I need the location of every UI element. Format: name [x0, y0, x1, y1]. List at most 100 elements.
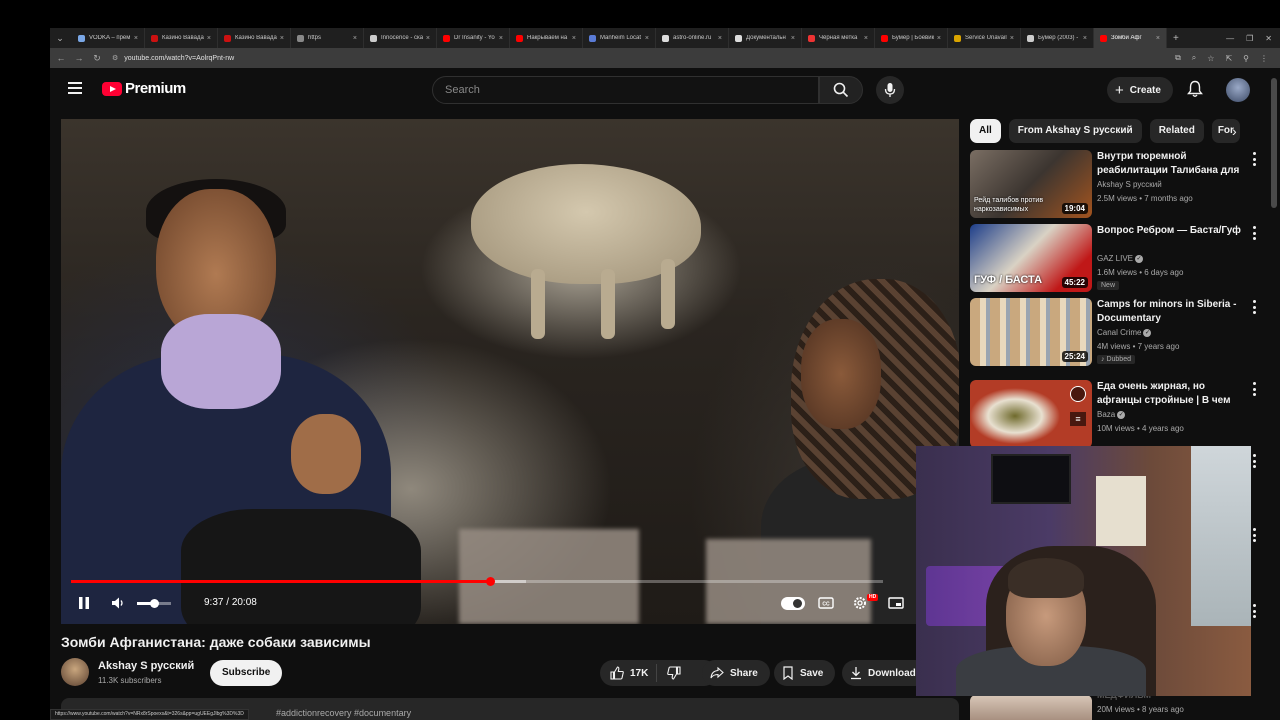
- more-actions-icon[interactable]: [1252, 226, 1256, 240]
- tab-close-icon[interactable]: ×: [280, 35, 284, 42]
- browser-tab[interactable]: Чёрная метка ×: [802, 28, 875, 48]
- recommendation-title[interactable]: Вопрос Ребром — Баста/Гуф: [1097, 224, 1245, 238]
- video-player[interactable]: 9:37 / 20:08 CC HD: [61, 119, 959, 624]
- search-input[interactable]: Search: [432, 76, 819, 104]
- download-button[interactable]: Download: [842, 660, 928, 686]
- cast-icon[interactable]: ⇱: [1225, 54, 1232, 63]
- notifications-icon[interactable]: [1187, 80, 1203, 103]
- more-actions-icon[interactable]: [1252, 454, 1256, 468]
- miniplayer-button[interactable]: [887, 588, 905, 618]
- browser-tab[interactable]: Казино Вавада ×: [145, 28, 218, 48]
- recommendation-item[interactable]: Рейд талибов против наркозависимых 19:04…: [970, 150, 1260, 220]
- browser-tab[interactable]: Manheim Locat ×: [583, 28, 656, 48]
- recommendation-item[interactable]: ≡ Еда очень жирная, но афганцы стройные …: [970, 380, 1260, 450]
- pause-button[interactable]: [75, 588, 93, 618]
- volume-knob[interactable]: [150, 599, 159, 608]
- chip-related[interactable]: Related: [1149, 119, 1204, 143]
- channel-avatar[interactable]: [61, 658, 89, 686]
- browser-tab[interactable]: Innocence - скач ×: [364, 28, 437, 48]
- scrollbar-thumb[interactable]: [1271, 78, 1277, 208]
- browser-tab[interactable]: https ×: [291, 28, 364, 48]
- forward-icon[interactable]: →: [72, 53, 86, 63]
- tab-close-icon[interactable]: ×: [864, 35, 868, 42]
- browser-tab[interactable]: Зомби Афг ×: [1094, 28, 1167, 48]
- volume-slider[interactable]: [137, 599, 171, 608]
- site-info-icon[interactable]: ⚙: [112, 54, 118, 62]
- progress-bar[interactable]: [71, 577, 883, 586]
- description-hashtags[interactable]: #addictionrecovery #documentary: [276, 708, 411, 718]
- browser-tab[interactable]: astro-online.ru ×: [656, 28, 729, 48]
- tab-search-menu-icon[interactable]: ⌄: [52, 30, 68, 46]
- close-window-icon[interactable]: ✕: [1265, 34, 1272, 43]
- browser-tab[interactable]: Казино Вавада ×: [218, 28, 291, 48]
- browser-tab[interactable]: Service Unavail ×: [948, 28, 1021, 48]
- tab-close-icon[interactable]: ×: [718, 35, 722, 42]
- new-tab-icon[interactable]: +: [1173, 33, 1179, 44]
- chip-from-channel[interactable]: From Akshay S русский: [1008, 119, 1142, 143]
- recommendation-item[interactable]: ГУФ / БАСТА 45:22 Вопрос Ребром — Баста/…: [970, 224, 1260, 294]
- more-actions-icon[interactable]: [1252, 528, 1256, 542]
- recommendation-item[interactable]: 25:24 Camps for minors in Siberia - Docu…: [970, 298, 1260, 368]
- profile-icon[interactable]: ⚲: [1243, 54, 1249, 63]
- bookmark-star-icon[interactable]: ☆: [1207, 54, 1214, 63]
- tab-close-icon[interactable]: ×: [791, 35, 795, 42]
- more-actions-icon[interactable]: [1252, 152, 1256, 166]
- guide-menu-icon[interactable]: [68, 82, 82, 94]
- subtitles-button[interactable]: CC: [817, 588, 835, 618]
- youtube-premium-logo[interactable]: Premium: [102, 80, 186, 97]
- mute-button[interactable]: [109, 588, 127, 618]
- tab-close-icon[interactable]: ×: [572, 35, 576, 42]
- maximize-icon[interactable]: ❐: [1246, 34, 1253, 43]
- dislike-button[interactable]: [657, 666, 691, 680]
- back-icon[interactable]: ←: [54, 53, 68, 63]
- more-actions-icon[interactable]: [1252, 300, 1256, 314]
- search-button[interactable]: [819, 76, 863, 104]
- tab-close-icon[interactable]: ×: [1083, 35, 1087, 42]
- reload-icon[interactable]: ↻: [90, 53, 104, 64]
- browser-tab[interactable]: Бумер | Боевик ×: [875, 28, 948, 48]
- tab-close-icon[interactable]: ×: [207, 35, 211, 42]
- tab-close-icon[interactable]: ×: [645, 35, 649, 42]
- open-in-app-icon[interactable]: ⧉: [1175, 53, 1181, 63]
- zoom-icon[interactable]: ⌕: [1192, 53, 1196, 63]
- browser-tab[interactable]: Dr Insanity - Yo ×: [437, 28, 510, 48]
- url-field[interactable]: ⚙ youtube.com/watch?v=AolrqPnt-nw: [112, 54, 234, 63]
- subscribe-button[interactable]: Subscribe: [210, 660, 283, 686]
- video-thumbnail[interactable]: ГУФ / БАСТА 45:22: [970, 224, 1092, 292]
- create-button[interactable]: + Create: [1107, 77, 1173, 103]
- share-button[interactable]: Share: [702, 660, 770, 686]
- recommendation-title[interactable]: Camps for minors in Siberia - Documentar…: [1097, 298, 1245, 326]
- account-avatar[interactable]: [1226, 78, 1250, 102]
- save-button[interactable]: Save: [774, 660, 836, 686]
- tab-close-icon[interactable]: ×: [134, 35, 138, 42]
- browser-tab[interactable]: Бумер (2003) - ×: [1021, 28, 1094, 48]
- recommendation-title[interactable]: Внутри тюремной реабилитации Талибана дл…: [1097, 150, 1245, 178]
- chevron-right-icon[interactable]: ›: [1232, 123, 1237, 139]
- tab-close-icon[interactable]: ×: [426, 35, 430, 42]
- video-thumbnail[interactable]: [970, 695, 1092, 720]
- watch-later-icon[interactable]: [1070, 386, 1086, 402]
- tab-close-icon[interactable]: ×: [353, 35, 357, 42]
- video-thumbnail[interactable]: Рейд талибов против наркозависимых 19:04: [970, 150, 1092, 218]
- autoplay-toggle[interactable]: [781, 597, 805, 610]
- browser-tab[interactable]: Накрываем на ×: [510, 28, 583, 48]
- settings-button[interactable]: [851, 588, 869, 618]
- video-thumbnail[interactable]: ≡: [970, 380, 1092, 448]
- chip-all[interactable]: All: [970, 119, 1001, 143]
- browser-tab[interactable]: VODKA – прем ×: [72, 28, 145, 48]
- channel-name[interactable]: Akshay S русский: [98, 660, 194, 672]
- tab-close-icon[interactable]: ×: [1156, 35, 1160, 42]
- tab-close-icon[interactable]: ×: [937, 35, 941, 42]
- voice-search-button[interactable]: [876, 76, 904, 104]
- tab-close-icon[interactable]: ×: [499, 35, 503, 42]
- page-scrollbar[interactable]: [1268, 68, 1280, 720]
- like-button[interactable]: 17K: [600, 664, 658, 682]
- video-thumbnail[interactable]: 25:24: [970, 298, 1092, 366]
- browser-tab[interactable]: Документальн ×: [729, 28, 802, 48]
- tab-close-icon[interactable]: ×: [1010, 35, 1014, 42]
- minimize-icon[interactable]: —: [1226, 34, 1234, 43]
- recommendation-title[interactable]: Еда очень жирная, но афганцы стройные | …: [1097, 380, 1245, 408]
- more-actions-icon[interactable]: [1252, 382, 1256, 396]
- add-to-queue-icon[interactable]: ≡: [1070, 412, 1086, 426]
- more-actions-icon[interactable]: [1252, 604, 1256, 618]
